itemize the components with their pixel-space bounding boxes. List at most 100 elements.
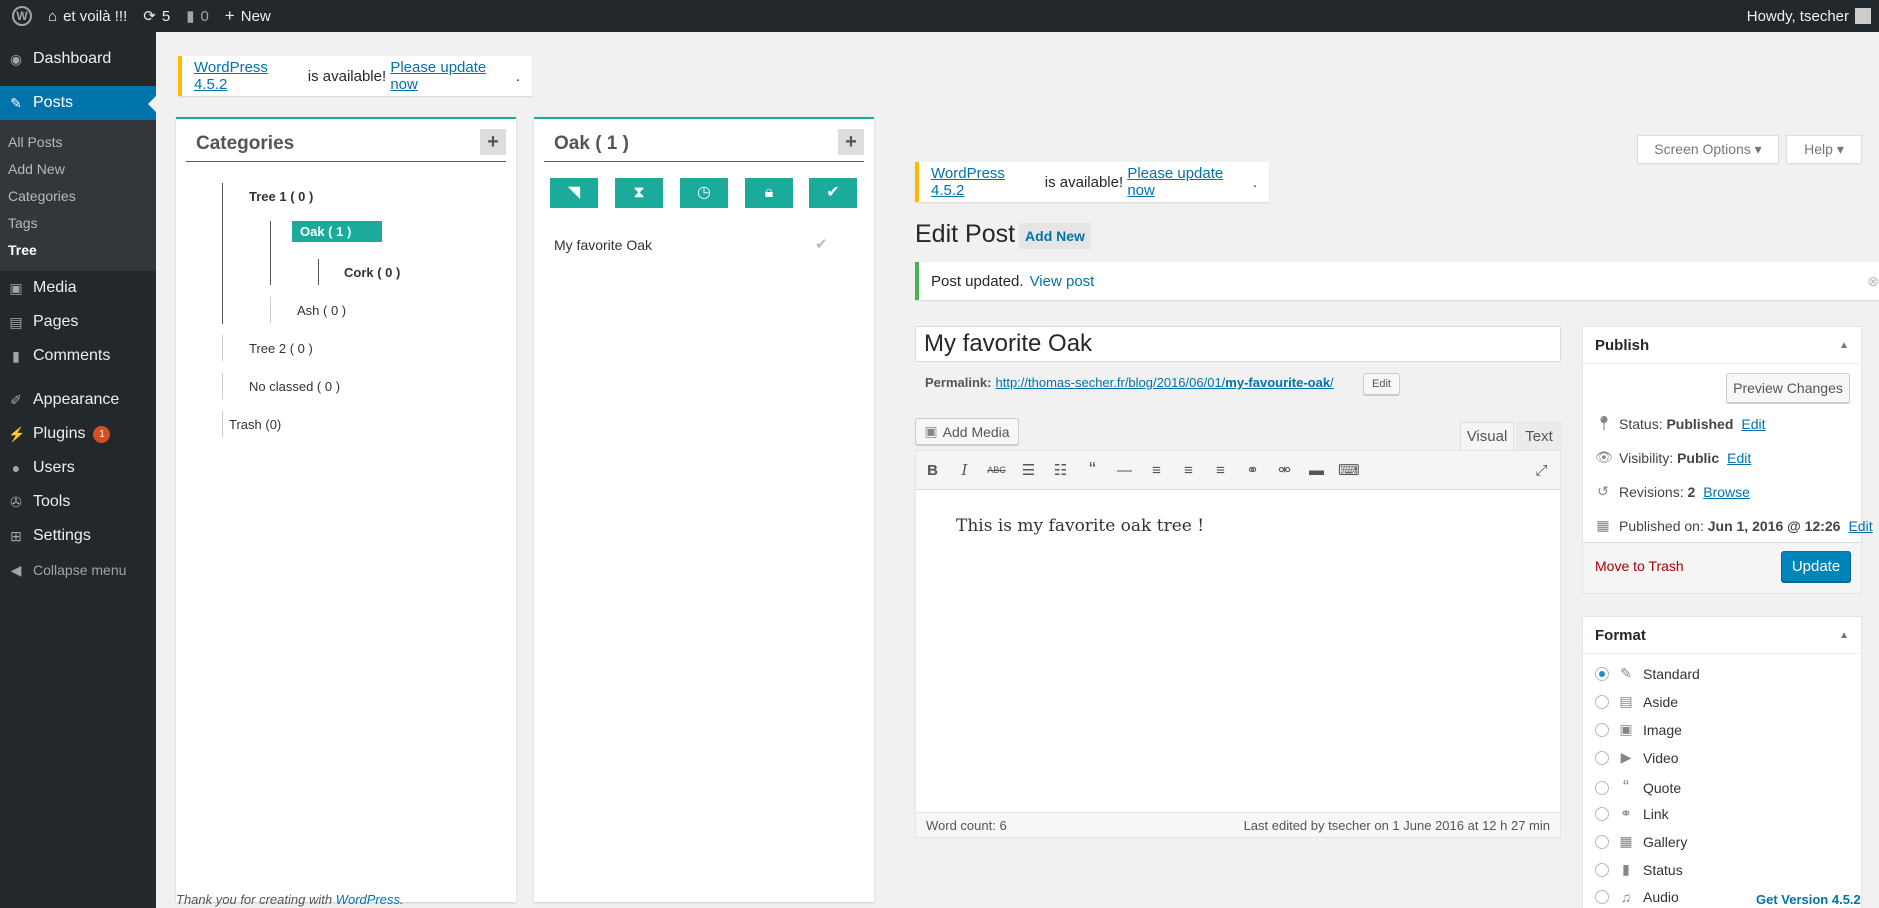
- format-radio-quote[interactable]: [1595, 780, 1609, 795]
- clock-icon[interactable]: ◷: [680, 178, 728, 208]
- tree-node-cork[interactable]: Cork ( 0 ): [344, 265, 400, 280]
- comments-menu[interactable]: ▮ 0: [178, 0, 217, 32]
- permalink-link[interactable]: http://thomas-secher.fr/blog/2016/06/01/…: [995, 375, 1333, 390]
- menu-comments[interactable]: ▮ Comments: [0, 339, 156, 373]
- format-box-header[interactable]: Format ▲: [1583, 617, 1861, 654]
- bullet-list-icon[interactable]: ☰: [1018, 461, 1039, 479]
- align-right-icon[interactable]: ≡: [1210, 462, 1231, 479]
- lock-icon[interactable]: 🔒︎: [745, 178, 793, 208]
- format-option-image[interactable]: ▣ Image: [1595, 721, 1682, 738]
- toolbar-toggle-icon[interactable]: ⌨: [1338, 461, 1360, 479]
- dismiss-icon[interactable]: ⊗: [1867, 273, 1879, 290]
- menu-pages[interactable]: ▤ Pages: [0, 305, 156, 339]
- menu-media[interactable]: ▣ Media: [0, 271, 156, 305]
- my-account-menu[interactable]: Howdy, tsecher: [1747, 8, 1879, 25]
- submenu-categories[interactable]: Categories: [0, 182, 156, 209]
- update-now-link[interactable]: Please update now: [1127, 165, 1253, 199]
- menu-tools[interactable]: ✇ Tools: [0, 485, 156, 519]
- tree-node-ash[interactable]: Ash ( 0 ): [297, 303, 346, 318]
- tree-node-tree2[interactable]: Tree 2 ( 0 ): [249, 341, 313, 356]
- post-title-input[interactable]: My favorite Oak: [915, 326, 1561, 362]
- format-option-quote[interactable]: “ Quote: [1595, 777, 1681, 798]
- tree-node-oak[interactable]: Oak ( 1 ): [292, 221, 382, 242]
- wordpress-version-link[interactable]: WordPress 4.5.2: [194, 59, 304, 93]
- remove-link-icon[interactable]: ⚮: [1274, 461, 1295, 479]
- tree-node-noclassed[interactable]: No classed ( 0 ): [249, 379, 340, 394]
- menu-dashboard[interactable]: ◉ Dashboard: [0, 42, 156, 76]
- submenu-tags[interactable]: Tags: [0, 209, 156, 236]
- site-name-menu[interactable]: ⌂ et voilà !!!: [40, 0, 135, 32]
- collapse-arrow-icon[interactable]: ▲: [1839, 630, 1849, 641]
- add-post-button[interactable]: +: [838, 129, 864, 155]
- format-option-standard[interactable]: ✎ Standard: [1595, 665, 1700, 682]
- visibility-edit-link[interactable]: Edit: [1727, 450, 1751, 466]
- format-radio-image[interactable]: [1595, 722, 1609, 737]
- browse-revisions-link[interactable]: Browse: [1703, 484, 1750, 500]
- screen-options-button[interactable]: Screen Options ▾: [1637, 135, 1779, 164]
- menu-posts[interactable]: ✎ Posts: [0, 86, 156, 120]
- publish-title: Publish: [1595, 336, 1650, 354]
- view-post-link[interactable]: View post: [1030, 273, 1095, 290]
- blockquote-icon[interactable]: “: [1082, 459, 1103, 482]
- tab-visual[interactable]: Visual: [1460, 422, 1514, 450]
- menu-users[interactable]: ● Users: [0, 451, 156, 485]
- format-radio-audio[interactable]: [1595, 890, 1609, 904]
- format-radio-standard[interactable]: [1595, 666, 1609, 681]
- tree-node-trash[interactable]: Trash (0): [229, 417, 281, 432]
- format-radio-aside[interactable]: [1595, 694, 1609, 709]
- update-button[interactable]: Update: [1781, 551, 1851, 582]
- read-more-icon[interactable]: ▬: [1306, 462, 1327, 479]
- format-radio-video[interactable]: [1595, 750, 1609, 765]
- horizontal-line-icon[interactable]: —: [1114, 462, 1135, 479]
- hourglass-icon[interactable]: ⧗: [615, 178, 663, 208]
- submenu-add-new[interactable]: Add New: [0, 155, 156, 182]
- italic-icon[interactable]: I: [954, 461, 975, 479]
- submenu-tree[interactable]: Tree: [0, 236, 156, 263]
- submenu-all-posts[interactable]: All Posts: [0, 128, 156, 155]
- wordpress-version-link[interactable]: WordPress 4.5.2: [931, 165, 1041, 199]
- add-new-post-button[interactable]: Add New: [1019, 223, 1091, 249]
- new-content-menu[interactable]: + New: [217, 0, 279, 32]
- format-option-aside[interactable]: ▤ Aside: [1595, 693, 1678, 710]
- check-icon[interactable]: ✔: [809, 178, 857, 208]
- send-icon[interactable]: ◥: [550, 178, 598, 208]
- align-center-icon[interactable]: ≡: [1178, 462, 1199, 479]
- tab-text[interactable]: Text: [1516, 422, 1562, 450]
- help-button[interactable]: Help ▾: [1786, 135, 1862, 164]
- bold-icon[interactable]: B: [922, 462, 943, 479]
- add-category-button[interactable]: +: [480, 129, 506, 155]
- published-edit-link[interactable]: Edit: [1848, 518, 1872, 534]
- menu-settings[interactable]: ⊞ Settings: [0, 519, 156, 553]
- format-radio-status[interactable]: [1595, 862, 1609, 877]
- align-left-icon[interactable]: ≡: [1146, 462, 1167, 479]
- editor-content[interactable]: This is my favorite oak tree !: [916, 490, 1560, 562]
- get-version-link[interactable]: Get Version 4.5.2: [1756, 892, 1861, 907]
- format-radio-gallery[interactable]: [1595, 834, 1609, 849]
- updates-menu[interactable]: ⟳ 5: [135, 0, 178, 32]
- publish-box-header[interactable]: Publish ▲: [1583, 327, 1861, 364]
- strikethrough-icon[interactable]: ABC: [986, 465, 1007, 475]
- tree-node-tree1[interactable]: Tree 1 ( 0 ): [249, 189, 313, 204]
- format-option-status[interactable]: ▮ Status: [1595, 861, 1683, 878]
- add-media-button[interactable]: ▣ Add Media: [915, 418, 1019, 445]
- fullscreen-icon[interactable]: ⤢: [1531, 462, 1552, 479]
- format-option-video[interactable]: ▶ Video: [1595, 749, 1679, 766]
- format-radio-link[interactable]: [1595, 806, 1609, 821]
- format-option-gallery[interactable]: ▦ Gallery: [1595, 833, 1687, 850]
- update-now-link[interactable]: Please update now: [390, 59, 516, 93]
- footer-wordpress-link[interactable]: WordPress: [336, 892, 400, 907]
- menu-appearance[interactable]: ✐ Appearance: [0, 383, 156, 417]
- format-option-link[interactable]: ⚭ Link: [1595, 805, 1669, 822]
- format-option-audio[interactable]: ♫ Audio: [1595, 889, 1679, 905]
- status-edit-link[interactable]: Edit: [1741, 416, 1765, 432]
- collapse-arrow-icon[interactable]: ▲: [1839, 340, 1849, 351]
- post-item-my-favorite-oak[interactable]: My favorite Oak: [554, 237, 652, 253]
- insert-link-icon[interactable]: ⚭: [1242, 461, 1263, 479]
- menu-collapse[interactable]: ◀ Collapse menu: [0, 553, 156, 587]
- permalink-edit-button[interactable]: Edit: [1363, 373, 1400, 395]
- move-to-trash-link[interactable]: Move to Trash: [1595, 558, 1684, 574]
- numbered-list-icon[interactable]: ☷: [1050, 461, 1071, 479]
- preview-changes-button[interactable]: Preview Changes: [1726, 373, 1850, 403]
- wp-logo-menu[interactable]: W: [0, 0, 40, 32]
- menu-plugins[interactable]: ⚡ Plugins 1: [0, 417, 156, 451]
